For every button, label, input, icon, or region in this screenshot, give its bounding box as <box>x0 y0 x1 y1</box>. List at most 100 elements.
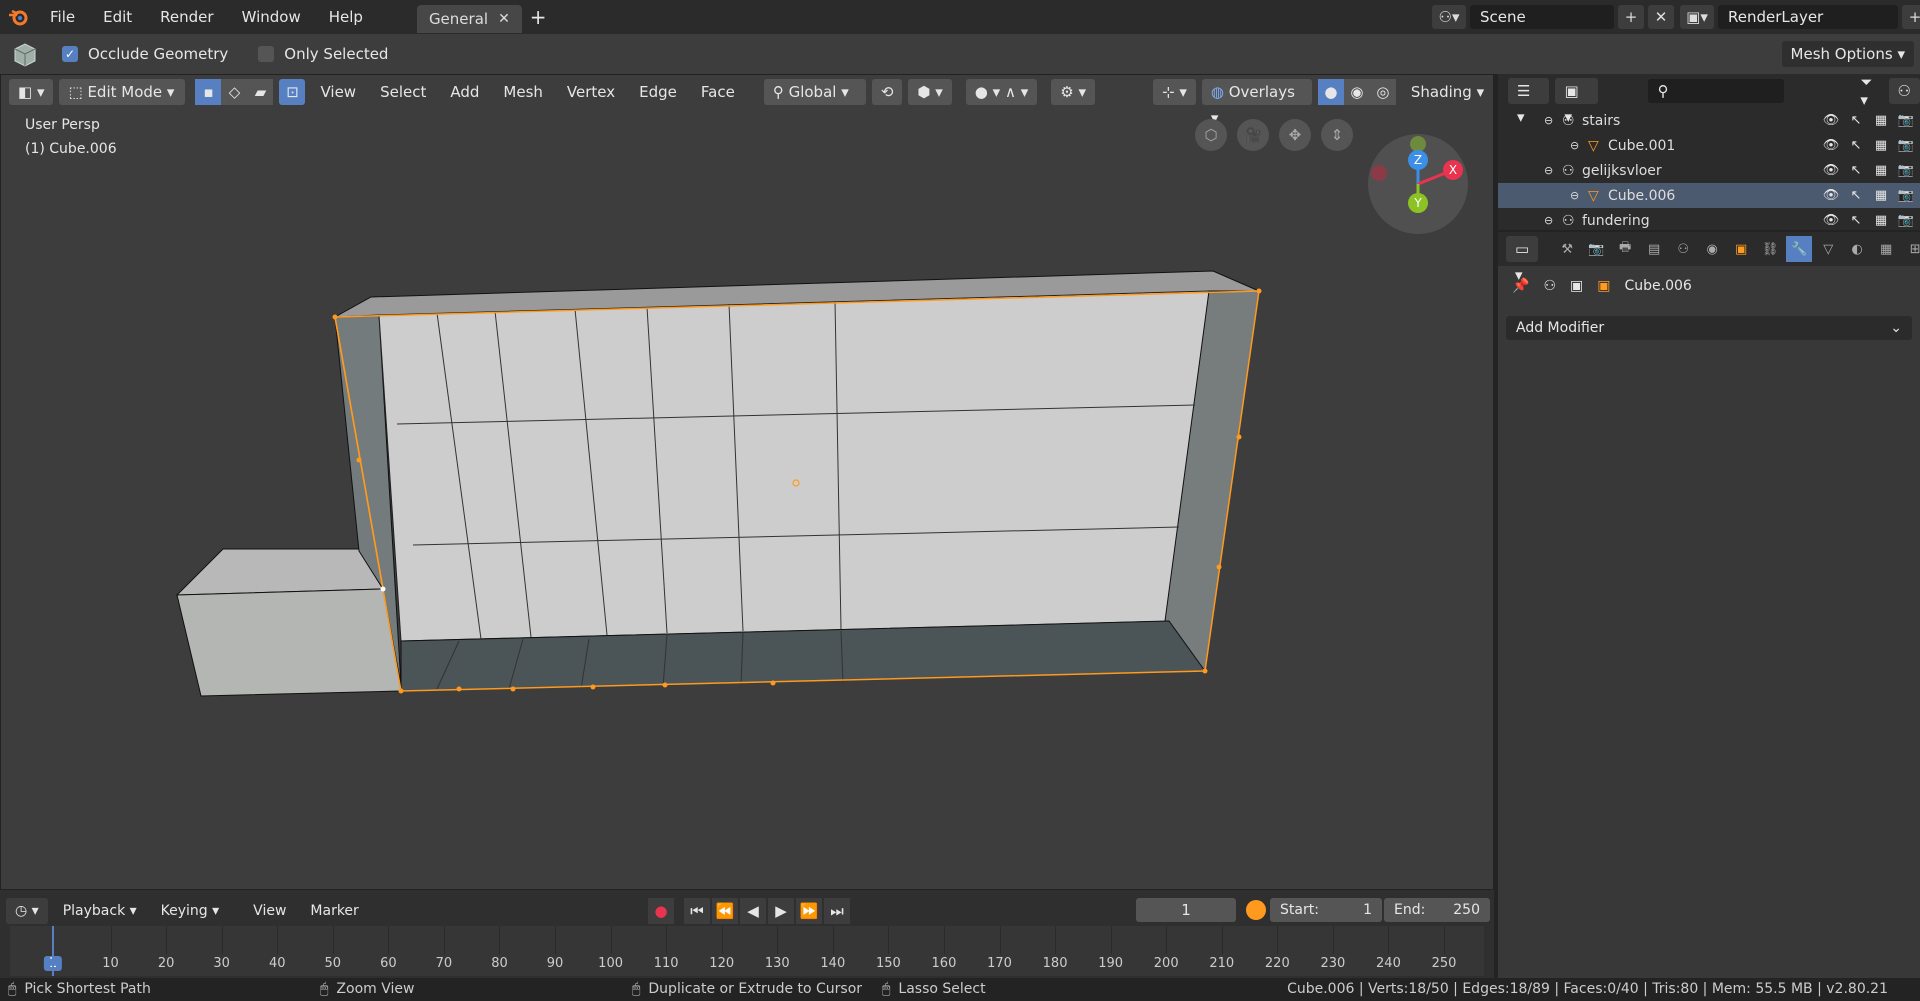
record-icon[interactable]: ● <box>648 898 674 924</box>
tool-tab-icon[interactable]: ⚒ <box>1554 236 1581 262</box>
modifiers-tab-icon[interactable]: 🔧 <box>1786 236 1813 262</box>
tool-settings-bar: ✓ Occlude Geometry Only Selected Mesh Op… <box>0 34 1920 74</box>
playhead[interactable] <box>52 926 54 976</box>
selectable-icon[interactable]: ↖ <box>1847 112 1865 130</box>
only-selected-checkbox[interactable] <box>258 46 275 62</box>
timeline-track[interactable]: 1102030405060708090100110120130140150160… <box>10 926 1484 976</box>
status-hint-4: Lasso Select <box>898 981 986 997</box>
frame-grid-line <box>777 926 779 954</box>
frame-grid-line <box>1444 926 1445 954</box>
visibility-eye-icon[interactable]: 👁 <box>1822 187 1840 205</box>
timeline-menu-playback[interactable]: Playback ▾ <box>54 898 146 924</box>
outliner-search-input[interactable]: ⚲ <box>1647 79 1785 103</box>
render-disable-icon[interactable]: 📷 <box>1897 187 1915 205</box>
jump-keyframe-forward-icon[interactable]: ⏩ <box>796 898 822 924</box>
render-disable-icon[interactable]: 📷 <box>1897 162 1915 180</box>
jump-end-icon[interactable]: ⏭ <box>824 898 850 924</box>
render-disable-icon[interactable]: 📷 <box>1897 112 1915 130</box>
timeline-menu-view[interactable]: View <box>244 898 295 924</box>
scene-context-icon: ⚇ <box>1543 278 1556 294</box>
outliner-row[interactable]: ⊖ ⚇ fundering 👁 ↖ ▦ 📷 <box>1498 208 1920 233</box>
menu-edit[interactable]: Edit <box>89 0 146 34</box>
jump-keyframe-back-icon[interactable]: ⏪ <box>712 898 738 924</box>
frame-tick-label: 50 <box>324 956 342 971</box>
frame-tick-label: 200 <box>1153 956 1179 971</box>
new-collection-icon[interactable]: ⚇ <box>1888 78 1920 104</box>
outliner-row[interactable]: ⊖ ▽ Cube.006 👁 ↖ ▦ 📷 <box>1498 183 1920 208</box>
particles-tab-icon[interactable]: ▽ <box>1815 236 1842 262</box>
scene-selector-icon[interactable]: ⚇▾ <box>1432 5 1466 29</box>
scene-tab-icon[interactable]: ⚇ <box>1670 236 1697 262</box>
menu-file[interactable]: File <box>36 0 89 34</box>
selectable-icon[interactable]: ↖ <box>1847 162 1865 180</box>
selectable-icon[interactable]: ↖ <box>1847 212 1865 230</box>
pin-icon[interactable]: 📌 <box>1512 278 1529 294</box>
timeline-editor-type-icon[interactable]: ◷ ▾ <box>6 898 48 924</box>
timeline-menu-keying[interactable]: Keying ▾ <box>152 898 229 924</box>
mesh-options-dropdown[interactable]: Mesh Options ▾ <box>1781 41 1914 67</box>
mesh-object[interactable] <box>1 75 1495 891</box>
output-tab-icon[interactable]: 🖶 <box>1612 236 1639 262</box>
visibility-eye-icon[interactable]: 👁 <box>1822 212 1840 230</box>
occlude-geometry-checkbox[interactable]: ✓ <box>62 46 78 62</box>
render-layer-field[interactable]: RenderLayer <box>1718 5 1898 29</box>
current-frame-field[interactable]: 1 <box>1136 898 1236 922</box>
physics-tab-icon[interactable]: ◐ <box>1844 236 1871 262</box>
display-mode-icon[interactable]: ▣ ▾ <box>1555 78 1598 126</box>
view-layer-tab-icon[interactable]: ▤ <box>1641 236 1668 262</box>
viewport-disable-icon[interactable]: ▦ <box>1872 112 1890 130</box>
view-layer-selector-icon[interactable]: ▣▾ <box>1680 5 1714 29</box>
world-tab-icon[interactable]: ◉ <box>1699 236 1726 262</box>
end-frame-field[interactable]: End: 250 <box>1384 898 1490 922</box>
object-tab-icon[interactable]: ▣ <box>1728 236 1755 262</box>
viewport-disable-icon[interactable]: ▦ <box>1872 137 1890 155</box>
3d-viewport[interactable]: ◧ ▾ ⬚ Edit Mode ▾ ▪ ◇ ▰ ⊡ View Select Ad… <box>0 74 1494 890</box>
start-frame-field[interactable]: Start: 1 <box>1270 898 1382 922</box>
workspace-tab-general[interactable]: General ✕ <box>416 5 522 33</box>
play-icon[interactable]: ▶ <box>768 898 794 924</box>
keyframe-auto-icon[interactable] <box>1246 900 1266 920</box>
material-tab-icon[interactable]: ⊞ <box>1902 236 1920 262</box>
outliner-editor-type-icon[interactable]: ☰ ▾ <box>1508 78 1550 126</box>
expand-toggle-icon[interactable]: ⊖ <box>1544 214 1553 227</box>
expand-toggle-icon[interactable]: ⊖ <box>1570 189 1579 202</box>
expand-toggle-icon[interactable]: ⊖ <box>1570 139 1579 152</box>
menu-window[interactable]: Window <box>228 0 315 34</box>
new-scene-icon[interactable]: + <box>1618 5 1644 29</box>
timeline-menu-marker[interactable]: Marker <box>301 898 367 924</box>
expand-toggle-icon[interactable]: ⊖ <box>1544 164 1553 177</box>
frame-tick-label: 140 <box>820 956 846 971</box>
filter-icon[interactable]: ⏷ ▾ <box>1860 73 1882 109</box>
visibility-eye-icon[interactable]: 👁 <box>1822 112 1840 130</box>
object-data-tab-icon[interactable]: ▦ <box>1873 236 1900 262</box>
outliner-row[interactable]: ⊖ ⚇ stairs 👁 ↖ ▦ 📷 <box>1498 108 1920 133</box>
constraints-tab-icon[interactable]: ⛓ <box>1757 236 1784 262</box>
viewport-disable-icon[interactable]: ▦ <box>1872 187 1890 205</box>
viewport-disable-icon[interactable]: ▦ <box>1872 212 1890 230</box>
selectable-icon[interactable]: ↖ <box>1847 187 1865 205</box>
render-tab-icon[interactable]: 📷 <box>1583 236 1610 262</box>
expand-toggle-icon[interactable]: ⊖ <box>1544 114 1553 127</box>
viewport-disable-icon[interactable]: ▦ <box>1872 162 1890 180</box>
selectable-icon[interactable]: ↖ <box>1847 137 1865 155</box>
scene-name-field[interactable]: Scene <box>1470 5 1614 29</box>
menu-help[interactable]: Help <box>315 0 377 34</box>
outliner-row[interactable]: ⊖ ⚇ gelijksvloer 👁 ↖ ▦ 📷 <box>1498 158 1920 183</box>
properties-editor-type-icon[interactable]: ▭ ▾ <box>1506 236 1539 284</box>
play-reverse-icon[interactable]: ◀ <box>740 898 766 924</box>
blender-logo-icon[interactable] <box>0 0 36 34</box>
render-disable-icon[interactable]: 📷 <box>1897 137 1915 155</box>
menu-render[interactable]: Render <box>146 0 227 34</box>
add-modifier-dropdown[interactable]: Add Modifier ⌄ <box>1506 316 1912 340</box>
add-workspace-icon[interactable]: + <box>530 5 547 29</box>
new-layer-icon[interactable]: + <box>1902 5 1920 29</box>
status-hint-1: Pick Shortest Path <box>24 981 151 997</box>
close-tab-icon[interactable]: ✕ <box>498 5 510 33</box>
render-disable-icon[interactable]: 📷 <box>1897 212 1915 230</box>
visibility-eye-icon[interactable]: 👁 <box>1822 137 1840 155</box>
delete-scene-icon[interactable]: ✕ <box>1648 5 1674 29</box>
jump-start-icon[interactable]: ⏮ <box>684 898 710 924</box>
active-tool-icon[interactable] <box>10 39 40 69</box>
visibility-eye-icon[interactable]: 👁 <box>1822 162 1840 180</box>
outliner-row[interactable]: ⊖ ▽ Cube.001 👁 ↖ ▦ 📷 <box>1498 133 1920 158</box>
